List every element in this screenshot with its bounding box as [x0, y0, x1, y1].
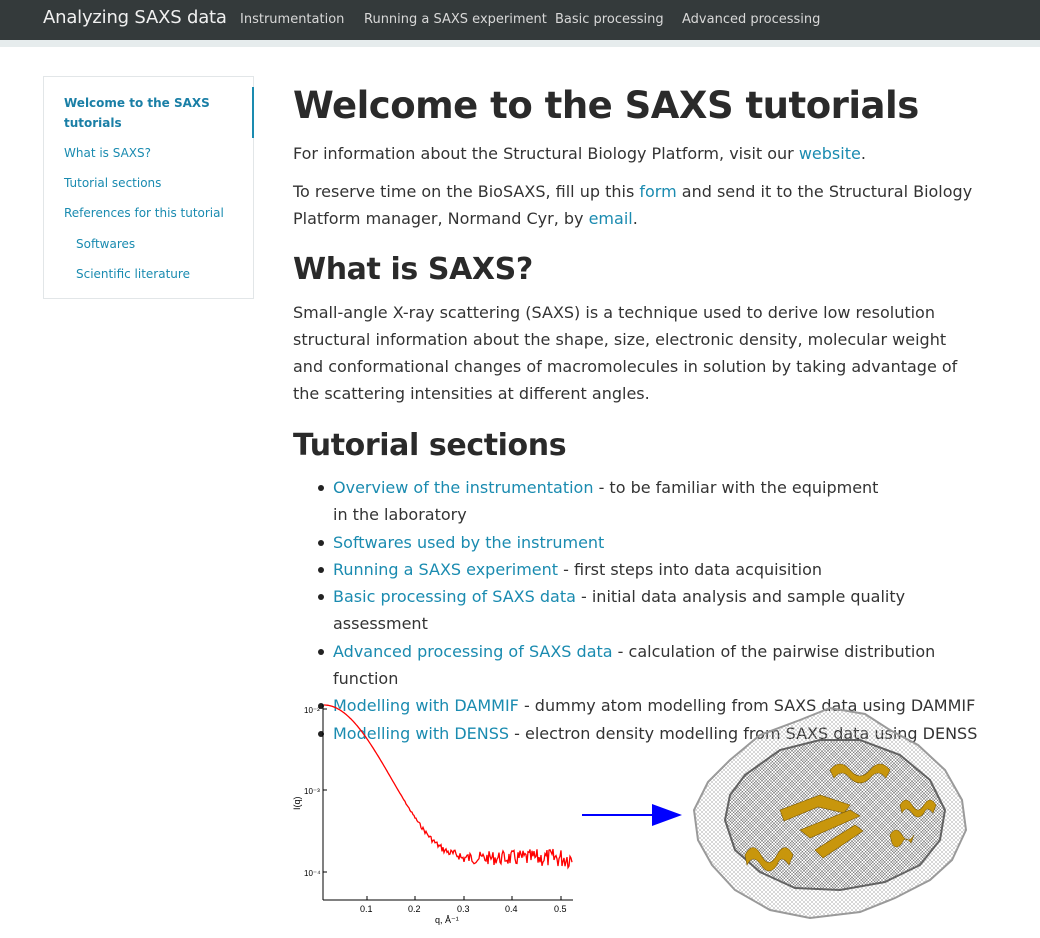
toc-item-scientific-literature[interactable]: Scientific literature: [76, 264, 190, 284]
y-axis-label: I(q): [292, 796, 302, 810]
list-item: Running a SAXS experiment - first steps …: [293, 556, 983, 583]
link-basic-processing[interactable]: Basic processing of SAXS data: [333, 587, 576, 606]
brand-link[interactable]: Analyzing SAXS data: [43, 7, 227, 28]
x-tick-label: 0.3: [457, 904, 470, 914]
bullet-icon: [318, 539, 324, 546]
link-softwares[interactable]: Softwares used by the instrument: [333, 533, 604, 552]
list-item: Overview of the instrumentation - to be …: [293, 474, 893, 529]
list-item: Advanced processing of SAXS data - calcu…: [293, 638, 983, 693]
scattering-curve: [324, 704, 573, 870]
y-tick-label: 10⁻²: [304, 706, 320, 715]
toc-item-welcome[interactable]: Welcome to the SAXS tutorials: [64, 93, 234, 133]
link-overview-instrumentation[interactable]: Overview of the instrumentation: [333, 478, 593, 497]
heading-tutorial-sections: Tutorial sections: [293, 428, 567, 463]
y-tick-label: 10⁻³: [304, 787, 320, 796]
email-link[interactable]: email: [589, 209, 633, 228]
intro2-text: To reserve time on the BioSAXS, fill up …: [293, 182, 640, 201]
bullet-icon: [318, 648, 324, 655]
what-is-saxs-paragraph: Small-angle X-ray scattering (SAXS) is a…: [293, 303, 958, 403]
nav-advanced-processing[interactable]: Advanced processing: [682, 12, 820, 27]
toc-item-tutorial-sections[interactable]: Tutorial sections: [64, 173, 161, 193]
heading-what-is-saxs: What is SAXS?: [293, 252, 533, 287]
website-link[interactable]: website: [799, 144, 861, 163]
bullet-icon: [318, 594, 324, 601]
x-tick-label: 0.4: [505, 904, 518, 914]
bullet-icon: [318, 485, 324, 491]
link-running-experiment[interactable]: Running a SAXS experiment: [333, 560, 558, 579]
toc-item-references[interactable]: References for this tutorial: [64, 203, 224, 223]
x-tick-label: 0.1: [360, 904, 373, 914]
protein-envelope-image: [692, 706, 968, 920]
intro2-end: .: [632, 209, 638, 228]
link-advanced-processing[interactable]: Advanced processing of SAXS data: [333, 642, 613, 661]
saxs-figure: 10⁻² 10⁻³ 10⁻⁴ 0.1 0.2 0.3 0.4 0.5 q, Å⁻…: [290, 700, 980, 932]
form-link[interactable]: form: [639, 182, 676, 201]
list-item: Softwares used by the instrument: [293, 529, 983, 556]
x-tick-label: 0.2: [408, 904, 421, 914]
toc-active-indicator: [252, 87, 254, 138]
intro-paragraph-2: To reserve time on the BioSAXS, fill up …: [293, 178, 973, 232]
top-navbar: Analyzing SAXS data Instrumentation Runn…: [0, 0, 1040, 47]
intro1-text: For information about the Structural Bio…: [293, 144, 799, 163]
toc-item-what-is-saxs[interactable]: What is SAXS?: [64, 143, 151, 163]
saxs-curve-plot: 10⁻² 10⁻³ 10⁻⁴ 0.1 0.2 0.3 0.4 0.5 q, Å⁻…: [292, 704, 682, 925]
arrow-icon: [652, 804, 682, 826]
list-item: Basic processing of SAXS data - initial …: [293, 583, 983, 638]
x-tick-label: 0.5: [554, 904, 567, 914]
page-title: Welcome to the SAXS tutorials: [293, 84, 919, 127]
section-desc: - first steps into data acquisition: [558, 559, 823, 579]
nav-running-experiment[interactable]: Running a SAXS experiment: [364, 12, 547, 27]
nav-instrumentation[interactable]: Instrumentation: [240, 12, 344, 27]
nav-basic-processing[interactable]: Basic processing: [555, 12, 664, 27]
intro1-end: .: [860, 144, 866, 163]
bullet-icon: [318, 566, 324, 573]
x-axis-label: q, Å⁻¹: [435, 915, 459, 925]
toc-item-softwares[interactable]: Softwares: [76, 234, 135, 254]
table-of-contents: Welcome to the SAXS tutorials What is SA…: [43, 76, 254, 299]
y-tick-label: 10⁻⁴: [304, 869, 321, 878]
intro-paragraph-1: For information about the Structural Bio…: [293, 140, 973, 167]
